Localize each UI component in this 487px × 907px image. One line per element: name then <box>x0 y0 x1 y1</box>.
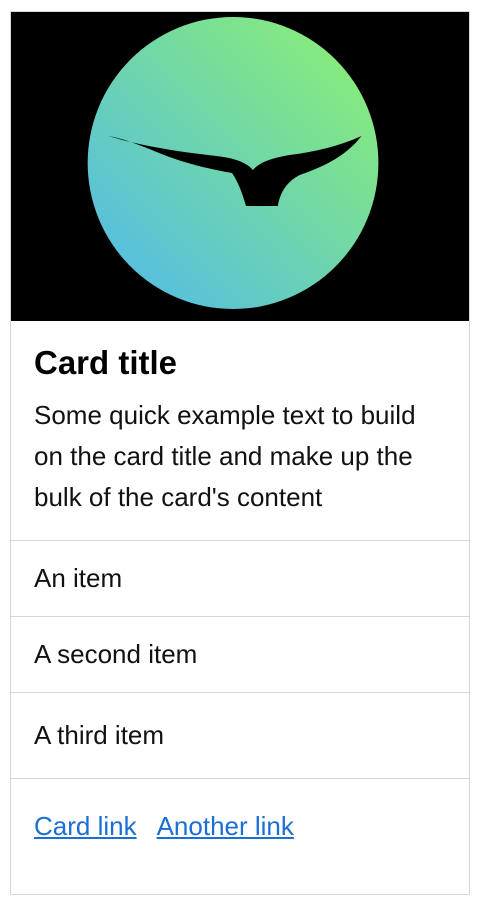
card-footer: Card link Another link <box>11 779 469 875</box>
list-item: A second item <box>11 617 469 693</box>
card-title: Card title <box>34 344 178 381</box>
card: Card title Some quick example text to bu… <box>10 11 470 895</box>
another-link[interactable]: Another link <box>157 811 294 842</box>
bird-wings-logo-icon <box>11 12 469 321</box>
list-item: An item <box>11 541 469 617</box>
card-body: Card title Some quick example text to bu… <box>11 321 469 541</box>
list-item: A third item <box>11 693 469 779</box>
card-text: Some quick example text to build on the … <box>34 399 416 512</box>
card-list: An item A second item A third item <box>11 541 469 779</box>
card-image <box>11 12 469 321</box>
card-link[interactable]: Card link <box>34 811 137 842</box>
